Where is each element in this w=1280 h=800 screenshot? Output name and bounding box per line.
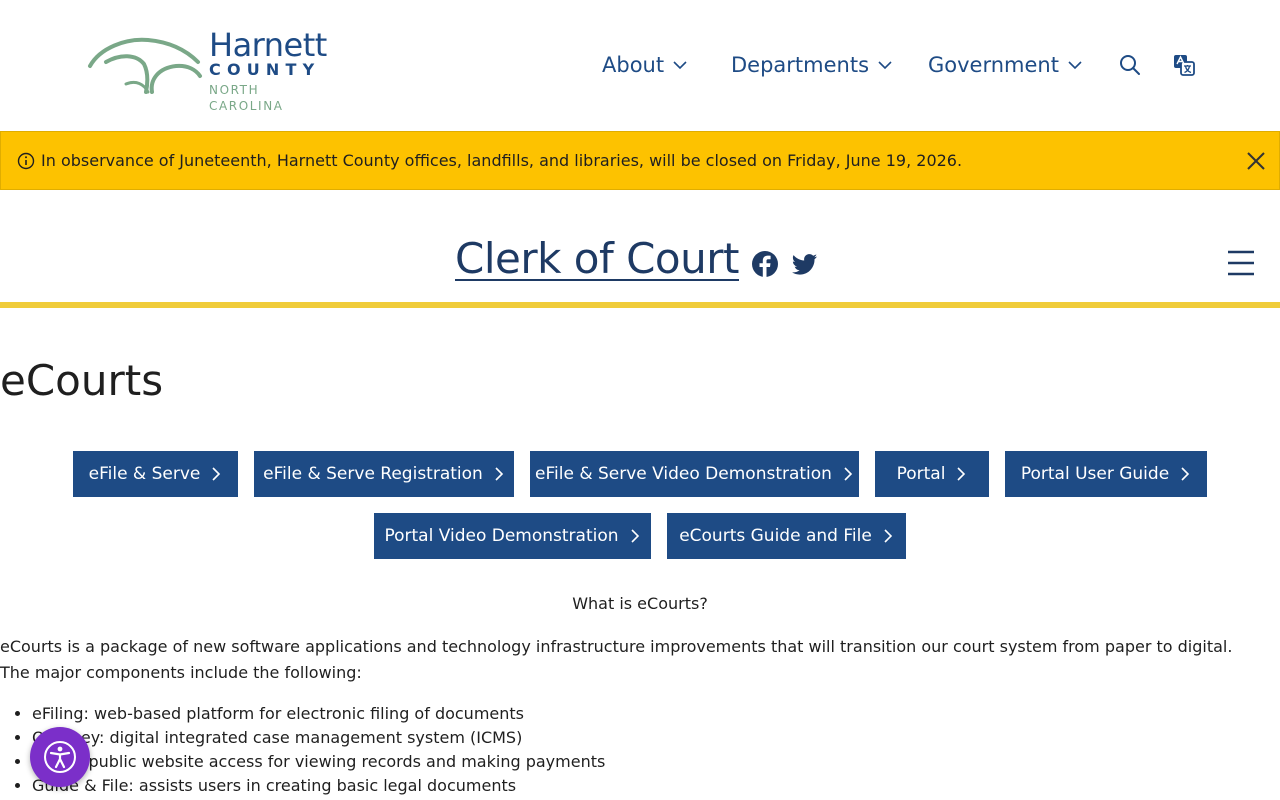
list-item: Odyssey: digital integrated case managem…: [32, 726, 605, 750]
nav-government[interactable]: Government: [928, 48, 1083, 82]
hamburger-menu-icon[interactable]: [1226, 248, 1256, 278]
button-label: Portal User Guide: [1020, 464, 1170, 484]
portal-button[interactable]: Portal: [875, 451, 989, 497]
chevron-right-icon: [884, 529, 892, 543]
chevron-right-icon: [1181, 467, 1190, 481]
nav-departments[interactable]: Departments: [731, 48, 893, 82]
site-header: Harnett COUNTY NORTH CAROLINA About Depa…: [0, 0, 1280, 131]
section-heading: What is eCourts?: [572, 594, 708, 613]
accessibility-icon: [44, 741, 76, 773]
search-button[interactable]: [1117, 52, 1143, 78]
department-banner: Clerk of Court: [0, 190, 1280, 308]
accessibility-button[interactable]: [30, 727, 90, 787]
search-icon: [1120, 55, 1140, 75]
chevron-down-icon: [673, 61, 687, 70]
nav-about-label: About: [602, 53, 665, 77]
portal-user-guide-button[interactable]: Portal User Guide: [1005, 451, 1207, 497]
info-icon: [17, 152, 35, 170]
list-item: Portal: public website access for viewin…: [32, 750, 605, 774]
button-label: eFile & Serve Video Demonstration: [535, 464, 832, 484]
translate-button[interactable]: [1171, 52, 1197, 78]
alert-text: In observance of Juneteenth, Harnett Cou…: [41, 151, 963, 170]
page-title: eCourts: [0, 356, 164, 405]
button-label: eFile & Serve Registration: [263, 464, 483, 484]
button-label: eFile & Serve: [88, 464, 201, 484]
chevron-right-icon: [957, 467, 966, 481]
chevron-right-icon: [212, 467, 221, 481]
chevron-right-icon: [495, 467, 503, 481]
twitter-icon[interactable]: [791, 250, 819, 278]
list-item: eFiling: web-based platform for electron…: [32, 702, 605, 726]
chevron-down-icon: [878, 61, 892, 70]
efile-serve-registration-button[interactable]: eFile & Serve Registration: [254, 451, 514, 497]
close-icon[interactable]: [1245, 150, 1267, 172]
chevron-down-icon: [1068, 61, 1082, 70]
components-list: eFiling: web-based platform for electron…: [32, 702, 605, 798]
button-label: eCourts Guide and File: [679, 526, 872, 546]
department-title-link[interactable]: Clerk of Court: [455, 234, 740, 283]
chevron-right-icon: [844, 467, 853, 481]
logo-state: NORTH CAROLINA: [209, 83, 284, 113]
main-nav: About Departments Government: [0, 48, 1280, 82]
translate-icon: [1174, 55, 1195, 76]
chevron-right-icon: [630, 529, 639, 543]
nav-government-label: Government: [928, 53, 1059, 77]
nav-departments-label: Departments: [731, 53, 870, 77]
nav-about[interactable]: About: [602, 48, 688, 82]
ecourts-guide-file-button[interactable]: eCourts Guide and File: [667, 513, 906, 559]
button-label: Portal Video Demonstration: [384, 526, 619, 546]
button-label: Portal: [896, 464, 946, 484]
list-item: Guide & File: assists users in creating …: [32, 774, 605, 798]
facebook-icon[interactable]: [751, 250, 779, 278]
efile-serve-button[interactable]: eFile & Serve: [73, 451, 238, 497]
intro-paragraph: eCourts is a package of new software app…: [0, 637, 1233, 682]
efile-serve-video-button[interactable]: eFile & Serve Video Demonstration: [530, 451, 859, 497]
portal-video-button[interactable]: Portal Video Demonstration: [374, 513, 651, 559]
alert-banner: In observance of Juneteenth, Harnett Cou…: [0, 131, 1280, 190]
